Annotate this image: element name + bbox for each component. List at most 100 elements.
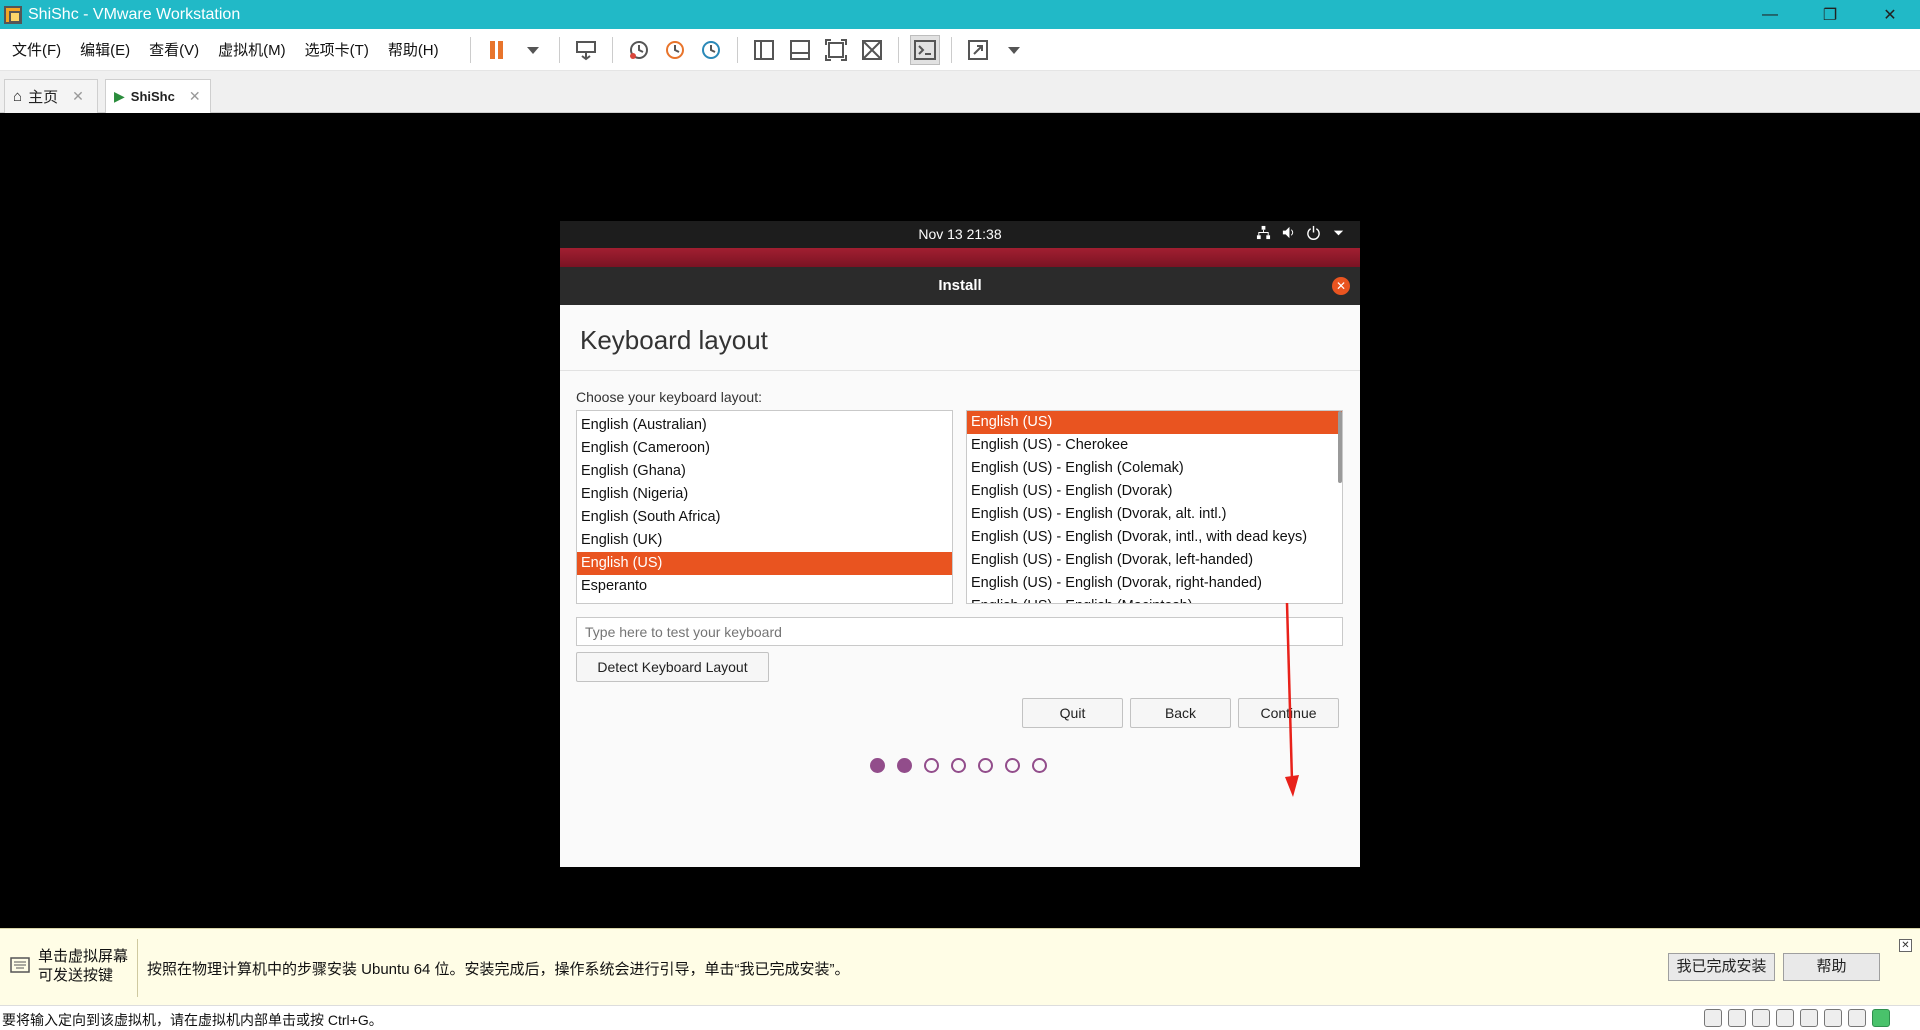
hint-click-instructions: 单击虚拟屏幕 可发送按键	[38, 947, 128, 985]
status-message: 要将输入定向到该虚拟机，请在虚拟机内部单击或按 Ctrl+G。	[2, 1012, 383, 1028]
full-screen-icon[interactable]	[821, 35, 851, 65]
toolbar-separator	[950, 36, 952, 63]
variant-list[interactable]: English (US) English (US) - Cherokee Eng…	[966, 410, 1343, 604]
variant-item[interactable]: English (US) - English (Dvorak, intl., w…	[967, 526, 1342, 549]
send-ctrl-alt-del-icon[interactable]	[571, 35, 601, 65]
keyboard-icon	[10, 957, 30, 973]
tab-bar: ⌂ 主页 ✕ ▶ ShiShc ✕	[0, 71, 1920, 113]
power-dropdown-icon[interactable]	[518, 35, 548, 65]
divider	[137, 939, 138, 997]
window-titlebar: ShiShc - VMware Workstation — ❐ ✕	[0, 0, 1920, 29]
display-icon[interactable]	[1848, 1009, 1866, 1027]
toolbar-separator	[611, 36, 613, 63]
layout-item[interactable]: Esperanto	[577, 575, 952, 598]
keyboard-test-input[interactable]	[576, 617, 1343, 646]
gnome-clock[interactable]: Nov 13 21:38	[560, 226, 1360, 242]
snapshot-icon[interactable]	[624, 35, 654, 65]
thumbnail-bar-icon[interactable]	[785, 35, 815, 65]
vm-console[interactable]: Nov 13 21:38 Install ✕ Keyboard layout C…	[0, 113, 1920, 928]
layout-item-selected[interactable]: English (US)	[577, 552, 952, 575]
progress-dot	[1032, 758, 1047, 773]
detect-layout-button[interactable]: Detect Keyboard Layout	[576, 652, 769, 682]
variant-item[interactable]: English (US) - English (Colemak)	[967, 457, 1342, 480]
menu-vm[interactable]: 虚拟机(M)	[211, 39, 293, 60]
choose-layout-label: Choose your keyboard layout:	[576, 389, 762, 405]
sound-icon[interactable]	[1800, 1009, 1818, 1027]
variant-item-selected[interactable]: English (US)	[967, 411, 1342, 434]
layout-item[interactable]: English (Nigeria)	[577, 483, 952, 506]
network-icon	[1256, 225, 1271, 240]
network-adapter-icon[interactable]	[1752, 1009, 1770, 1027]
close-hint-icon[interactable]: ✕	[1899, 939, 1912, 952]
gnome-status-menu[interactable]	[1256, 225, 1346, 240]
device-status-icons	[1704, 1009, 1890, 1027]
tab-home[interactable]: ⌂ 主页 ✕	[4, 79, 98, 113]
hint-line-1: 单击虚拟屏幕	[38, 948, 129, 965]
variant-item[interactable]: English (US) - English (Dvorak, right-ha…	[967, 572, 1342, 595]
menu-tabs[interactable]: 选项卡(T)	[298, 39, 376, 60]
progress-dot	[978, 758, 993, 773]
variant-item[interactable]: English (US) - Cherokee	[967, 434, 1342, 457]
show-library-icon[interactable]	[749, 35, 779, 65]
variant-list-scrollbar[interactable]	[1338, 411, 1342, 483]
close-tab-icon[interactable]: ✕	[189, 88, 201, 105]
status-bar: 要将输入定向到该虚拟机，请在虚拟机内部单击或按 Ctrl+G。	[0, 1005, 1920, 1030]
variant-item[interactable]: English (US) - English (Dvorak, left-han…	[967, 549, 1342, 572]
tab-home-label: 主页	[28, 89, 59, 106]
restore-button[interactable]: ❐	[1800, 0, 1860, 29]
close-installer-icon[interactable]: ✕	[1332, 277, 1350, 295]
printer-icon[interactable]	[1824, 1009, 1842, 1027]
layout-item[interactable]: English (South Africa)	[577, 506, 952, 529]
minimize-button[interactable]: —	[1740, 0, 1800, 29]
stretch-guest-icon[interactable]	[963, 35, 993, 65]
layout-item[interactable]: English (Ghana)	[577, 460, 952, 483]
chevron-down-icon	[1333, 230, 1344, 236]
toolbar-separator	[736, 36, 738, 63]
progress-dot	[951, 758, 966, 773]
toolbar-separator	[469, 36, 471, 63]
variant-item[interactable]: English (US) - English (Dvorak, alt. int…	[967, 503, 1342, 526]
page-title: Keyboard layout	[580, 325, 768, 355]
toolbar-separator	[897, 36, 899, 63]
help-button[interactable]: 帮助	[1783, 953, 1880, 981]
annotation-arrow-icon	[1285, 603, 1299, 797]
menu-view[interactable]: 查看(V)	[142, 39, 206, 60]
menu-edit[interactable]: 编辑(E)	[73, 39, 137, 60]
progress-dots	[870, 758, 1047, 773]
menu-file[interactable]: 文件(F)	[5, 39, 68, 60]
finished-install-button[interactable]: 我已完成安装	[1668, 953, 1775, 981]
snapshot-manager-icon[interactable]	[696, 35, 726, 65]
tab-vm-label: ShiShc	[130, 89, 175, 104]
vmware-logo-icon	[4, 5, 22, 24]
installer-title: Install	[938, 277, 982, 294]
variant-item[interactable]: English (US) - English (Dvorak)	[967, 480, 1342, 503]
usb-icon[interactable]	[1776, 1009, 1794, 1027]
close-tab-icon[interactable]: ✕	[72, 88, 84, 105]
layout-item[interactable]: English (UK)	[577, 529, 952, 552]
installer-window: Install ✕ Keyboard layout Choose your ke…	[560, 267, 1360, 867]
toolbar-separator	[558, 36, 560, 63]
progress-dot	[897, 758, 912, 773]
hint-message: 按照在物理计算机中的步骤安装 Ubuntu 64 位。安装完成后，操作系统会进行…	[147, 961, 850, 978]
layout-item[interactable]: English (Cameroon)	[577, 437, 952, 460]
quit-button[interactable]: Quit	[1022, 698, 1123, 728]
unity-mode-icon[interactable]	[857, 35, 887, 65]
revert-snapshot-icon[interactable]	[660, 35, 690, 65]
message-log-icon[interactable]	[1872, 1009, 1890, 1027]
menu-help[interactable]: 帮助(H)	[381, 39, 446, 60]
hard-disk-icon[interactable]	[1704, 1009, 1722, 1027]
back-button[interactable]: Back	[1130, 698, 1231, 728]
volume-icon	[1282, 226, 1294, 239]
stretch-dropdown-icon[interactable]	[999, 35, 1029, 65]
window-title: ShiShc - VMware Workstation	[28, 5, 241, 23]
layout-item[interactable]: English (Australian)	[577, 414, 952, 437]
home-icon: ⌂	[13, 88, 23, 105]
pause-icon[interactable]	[482, 35, 512, 65]
tab-vm[interactable]: ▶ ShiShc ✕	[105, 79, 211, 113]
close-window-button[interactable]: ✕	[1860, 0, 1920, 29]
progress-dot	[1005, 758, 1020, 773]
cd-drive-icon[interactable]	[1728, 1009, 1746, 1027]
console-view-icon[interactable]	[909, 34, 940, 65]
menu-bar: 文件(F) 编辑(E) 查看(V) 虚拟机(M) 选项卡(T) 帮助(H)	[0, 29, 1920, 71]
layout-list[interactable]: English (Australian) English (Cameroon) …	[576, 410, 953, 604]
